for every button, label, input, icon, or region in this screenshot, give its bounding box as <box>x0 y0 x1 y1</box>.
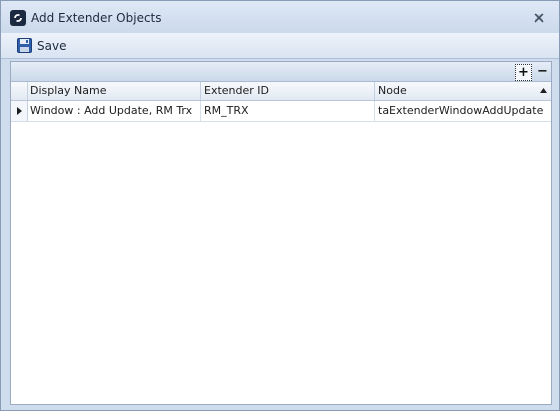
remove-row-button[interactable]: − <box>535 64 550 79</box>
row-indicator-header <box>11 82 28 100</box>
table-row[interactable]: Window : Add Update, RM Trx RM_TRX taExt… <box>11 101 551 122</box>
grid-toolbar: + − <box>11 62 551 82</box>
sort-ascending-icon <box>540 88 547 93</box>
save-label: Save <box>37 38 67 53</box>
cell-node[interactable]: taExtenderWindowAddUpdate <box>375 101 551 121</box>
save-button[interactable]: Save <box>11 35 72 56</box>
column-header-node[interactable]: Node <box>375 82 551 100</box>
floppy-disk-icon <box>17 38 32 53</box>
dialog-window: Add Extender Objects Save + − Display Na… <box>0 0 560 411</box>
close-icon <box>534 13 544 23</box>
cell-display-name[interactable]: Window : Add Update, RM Trx <box>27 101 201 121</box>
column-header-extender-id[interactable]: Extender ID <box>201 82 375 100</box>
add-row-button[interactable]: + <box>515 64 532 81</box>
close-button[interactable] <box>531 10 547 26</box>
cell-extender-id[interactable]: RM_TRX <box>201 101 375 121</box>
current-row-indicator[interactable] <box>11 101 28 121</box>
extender-logo-icon <box>10 10 26 26</box>
grid-header: Display Name Extender ID Node <box>11 82 551 101</box>
column-header-display-name[interactable]: Display Name <box>27 82 201 100</box>
row-pointer-icon <box>16 107 22 115</box>
toolbar: Save <box>1 33 559 59</box>
extender-objects-grid: + − Display Name Extender ID Node Window… <box>10 61 552 405</box>
column-header-node-label: Node <box>378 84 407 97</box>
title-bar[interactable]: Add Extender Objects <box>1 1 559 33</box>
window-title: Add Extender Objects <box>31 11 162 25</box>
